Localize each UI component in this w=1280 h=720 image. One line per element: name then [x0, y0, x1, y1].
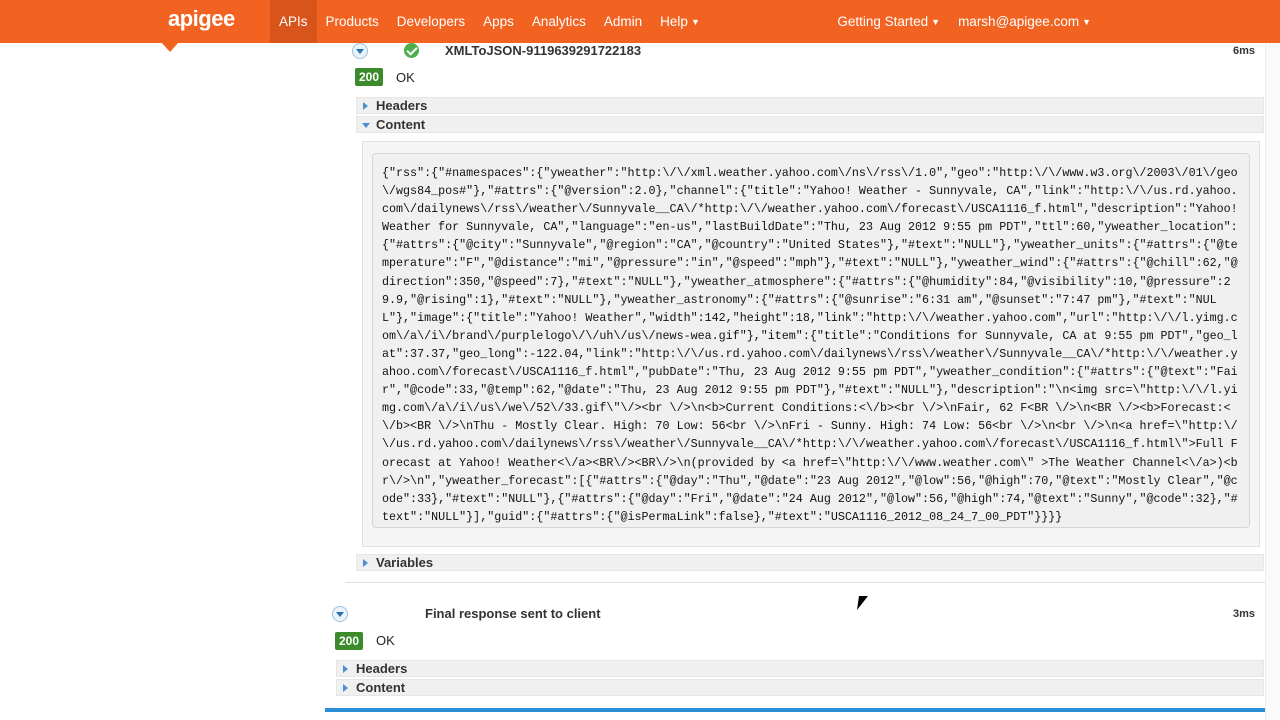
step2-status-text: OK [376, 633, 395, 648]
getting-started-menu[interactable]: Getting Started ▼ [828, 0, 949, 43]
chevron-down-icon: ▼ [690, 17, 700, 27]
step1-status-badge: 200 [355, 68, 384, 86]
step2-headers-label: Headers [356, 661, 408, 676]
step2-status-badge: 200 [335, 632, 364, 650]
step2-title: Final response sent to client [425, 606, 601, 621]
nav-item-apps[interactable]: Apps [474, 0, 523, 43]
user-email-label: marsh@apigee.com [958, 14, 1080, 29]
triangle-right-icon [343, 665, 348, 673]
triangle-right-icon [363, 559, 368, 567]
step2-headers-row[interactable]: Headers [336, 660, 1264, 677]
section-divider [345, 582, 1265, 583]
nav-item-help[interactable]: Help ▼ [651, 0, 709, 43]
content-json-text: {"rss":{"#namespaces":{"yweather":"http:… [382, 166, 1245, 524]
step1-content-label: Content [376, 117, 426, 132]
apigee-logo[interactable]: apigee [168, 6, 235, 32]
check-circle-icon [404, 43, 419, 58]
step2-collapse-toggle-icon[interactable] [332, 606, 348, 622]
section-accent-line [325, 708, 1265, 712]
step1-headers-label: Headers [376, 98, 428, 113]
step1-content-row[interactable]: Content [356, 116, 1264, 133]
nav-item-developers[interactable]: Developers [388, 0, 474, 43]
page-scrollbar[interactable] [1265, 43, 1280, 720]
step2-duration: 3ms [1233, 608, 1256, 620]
getting-started-label: Getting Started [837, 14, 929, 29]
top-navigation-bar: apigee APIs Products Developers Apps Ana… [0, 0, 1280, 43]
step1-collapse-toggle-icon[interactable] [352, 43, 368, 59]
user-account-menu[interactable]: marsh@apigee.com ▼ [949, 0, 1100, 43]
nav-item-apis[interactable]: APIs [270, 0, 317, 43]
chevron-down-icon: ▼ [931, 17, 941, 27]
nav-item-analytics[interactable]: Analytics [523, 0, 595, 43]
content-json-box[interactable]: {"rss":{"#namespaces":{"yweather":"http:… [372, 153, 1250, 528]
nav-item-help-label: Help [660, 14, 688, 29]
user-nav: Getting Started ▼ marsh@apigee.com ▼ [828, 0, 1100, 43]
triangle-right-icon [363, 102, 368, 110]
step2-content-row[interactable]: Content [336, 679, 1264, 696]
step1-title: XMLToJSON-9119639291722183 [445, 43, 642, 58]
step1-headers-row[interactable]: Headers [356, 97, 1264, 114]
active-nav-pointer [162, 43, 178, 52]
step1-duration: 6ms [1233, 45, 1256, 57]
chevron-down-icon: ▼ [1082, 17, 1091, 27]
triangle-right-icon [343, 684, 348, 692]
triangle-down-icon [362, 123, 370, 128]
step1-variables-label: Variables [376, 555, 434, 570]
step1-content-panel: {"rss":{"#namespaces":{"yweather":"http:… [362, 141, 1260, 547]
step1-status-text: OK [396, 70, 415, 85]
nav-item-admin[interactable]: Admin [595, 0, 651, 43]
step1-variables-row[interactable]: Variables [356, 554, 1264, 571]
nav-item-products[interactable]: Products [317, 0, 388, 43]
step2-content-label: Content [356, 680, 406, 695]
main-nav: APIs Products Developers Apps Analytics … [270, 0, 709, 43]
